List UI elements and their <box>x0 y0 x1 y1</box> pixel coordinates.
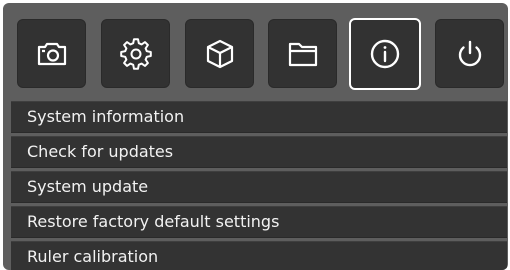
menu-item-label: System information <box>27 107 185 126</box>
camera-icon <box>34 36 70 72</box>
settings-panel: System information Check for updates Sys… <box>3 3 508 270</box>
cube-icon <box>202 36 238 72</box>
menu-item-system-information[interactable]: System information <box>11 101 507 133</box>
model-button[interactable] <box>185 19 254 88</box>
gear-icon <box>118 36 154 72</box>
info-icon <box>367 36 403 72</box>
menu-item-label: Restore factory default settings <box>27 212 280 231</box>
camera-button[interactable] <box>17 19 86 88</box>
files-button[interactable] <box>268 19 337 88</box>
folder-icon <box>285 36 321 72</box>
menu-item-label: Check for updates <box>27 142 174 161</box>
menu-item-ruler-calibration[interactable]: Ruler calibration <box>11 241 507 270</box>
power-button[interactable] <box>435 19 504 88</box>
menu-item-check-for-updates[interactable]: Check for updates <box>11 136 507 168</box>
menu-item-label: System update <box>27 177 149 196</box>
power-icon <box>452 36 488 72</box>
menu-item-label: Ruler calibration <box>27 247 159 266</box>
menu-item-restore-factory-defaults[interactable]: Restore factory default settings <box>11 206 507 238</box>
menu-item-system-update[interactable]: System update <box>11 171 507 203</box>
info-button[interactable] <box>349 18 421 90</box>
settings-button[interactable] <box>101 19 170 88</box>
